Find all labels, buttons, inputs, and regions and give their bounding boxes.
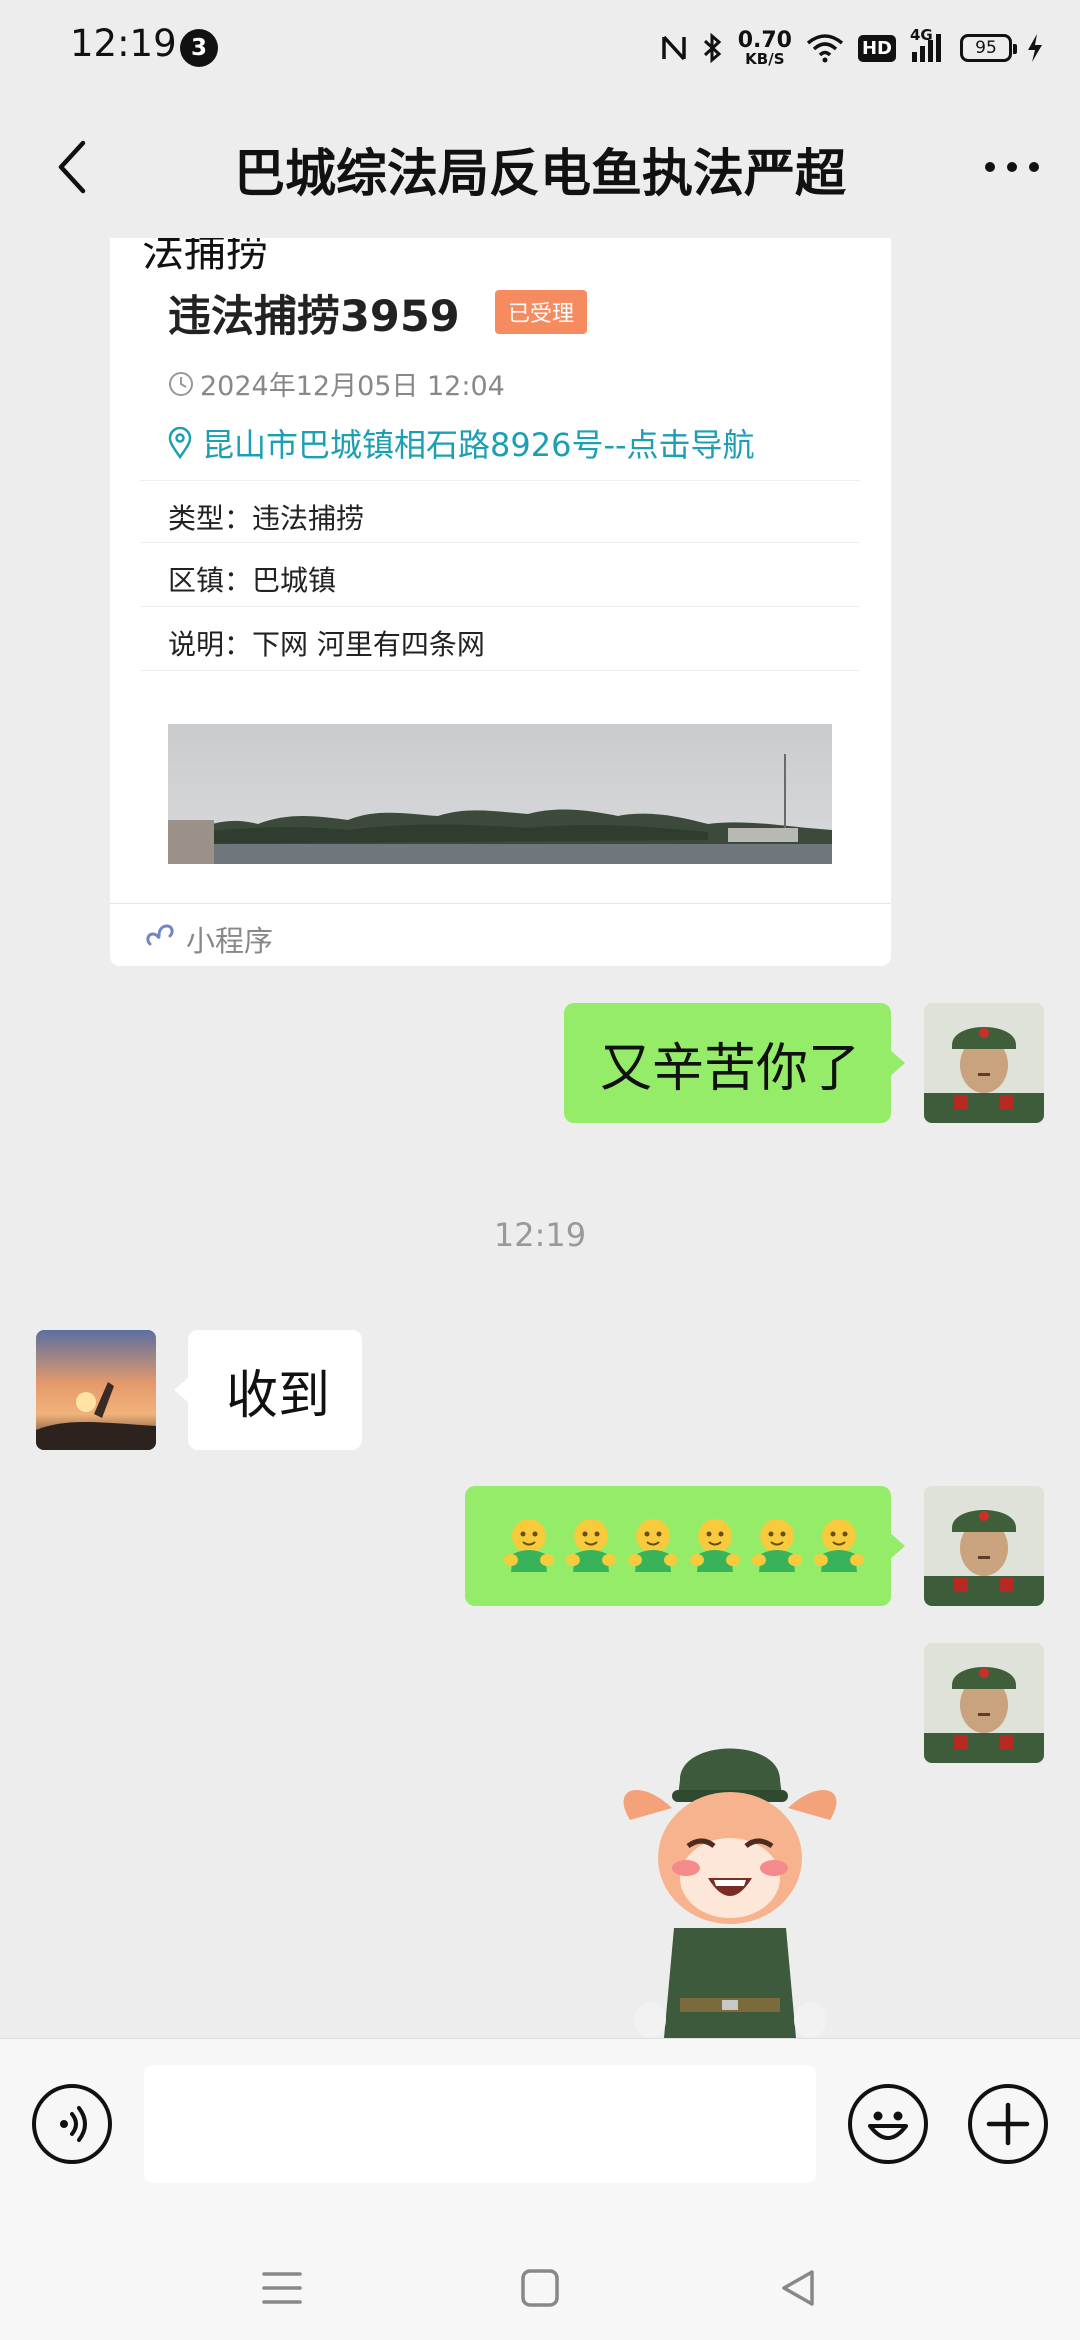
bluetooth-icon [702,32,724,64]
note-row-text: 说明：下网 河里有四条网 [168,628,485,661]
status-bar: 12:19 3 0.70 KB/S HD 4G 95 [0,0,1080,96]
bubble-tail [889,1532,905,1560]
status-badge: 已受理 [495,290,588,334]
status-icons: 0.70 KB/S HD 4G 95 [646,24,1044,72]
chat-header: 巴城综法局反电鱼执法严超 [0,96,1080,238]
network-speed-unit: KB/S [745,49,785,68]
record-time-text: 2024年12月05日 12:04 [200,371,505,402]
avatar-self[interactable] [924,1643,1044,1763]
avatar-other[interactable] [36,1330,156,1450]
voice-icon [60,2106,87,2142]
more-button[interactable] [972,132,1052,202]
smiley-icon [868,2111,908,2140]
recents-button[interactable] [247,2258,317,2318]
navigation-address-link[interactable]: 昆山市巴城镇相石路8926号--点击导航 [168,420,755,466]
message-text: 又辛苦你了 [600,1038,861,1099]
network-speed: 0.70 KB/S [737,27,792,68]
chat-message-list[interactable]: 法捕捞 违法捕捞3959 已受理 2024年12月05日 12:04 昆山市巴城… [0,238,1080,2038]
message-input[interactable] [144,2065,816,2183]
nfc-icon [660,33,688,63]
card-partial-title: 法捕捞 [142,238,269,276]
bubble-tail [174,1376,190,1404]
system-navigation-bar [0,2238,1080,2340]
bubble-tail [889,1049,905,1077]
system-back-button[interactable] [763,2258,833,2318]
message-bubble-other[interactable]: 收到 [174,1330,362,1450]
hug-emoji [566,1519,616,1572]
home-square-icon [521,2269,559,2307]
mini-program-label: 小程序 [186,924,274,958]
hug-emoji [752,1519,802,1572]
home-button[interactable] [505,2258,575,2318]
menu-icon [262,2272,302,2304]
notification-count-badge: 3 [180,29,218,67]
hug-emoji [814,1519,864,1572]
mini-program-footer: 小程序 [110,903,891,966]
message-text: 收到 [226,1365,331,1426]
battery-icon: 95 [960,34,1017,62]
voice-input-button[interactable] [32,2084,112,2164]
message-bubble-self[interactable]: 又辛苦你了 [564,1003,905,1123]
wifi-icon [806,33,844,63]
back-triangle-icon [782,2270,814,2306]
location-pin-icon [168,427,192,459]
avatar-self[interactable] [924,1486,1044,1606]
network-speed-value: 0.70 [737,27,792,53]
hug-emoji [690,1519,740,1572]
back-button[interactable] [38,132,108,202]
cartoon-deer-soldier-sticker[interactable] [610,1728,850,2038]
message-bubble-self-emoji[interactable] [465,1486,905,1606]
network-type-label: 4G [910,26,933,44]
cellular-signal-icon: 4G [910,26,946,64]
message-time-divider: 12:19 [493,1216,587,1254]
note-row: 说明：下网 河里有四条网 [140,606,860,671]
chat-input-bar [0,2038,1080,2239]
address-text: 昆山市巴城镇相石路8926号--点击导航 [202,426,755,464]
record-time: 2024年12月05日 12:04 [168,364,505,403]
emoji-row [465,1516,865,1576]
district-row: 区镇：巴城镇 [140,542,860,607]
hd-badge: HD [857,34,896,62]
more-functions-button[interactable] [968,2084,1048,2164]
emoji-button[interactable] [848,2084,928,2164]
mini-program-card[interactable]: 法捕捞 违法捕捞3959 已受理 2024年12月05日 12:04 昆山市巴城… [110,238,891,966]
status-time: 12:19 [70,22,177,65]
river-photo[interactable] [168,724,832,864]
plus-icon [986,2102,1030,2146]
hug-emoji [504,1519,554,1572]
record-title: 违法捕捞3959 [168,292,460,342]
chat-title: 巴城综法局反电鱼执法严超 [233,145,846,204]
avatar-self[interactable] [924,1003,1044,1123]
charging-icon [1026,33,1044,63]
hug-emoji [628,1519,678,1572]
mini-program-icon [146,924,174,946]
clock-icon [169,371,193,396]
type-row: 类型：违法捕捞 [140,480,860,543]
chevron-left-icon [58,140,86,194]
district-row-text: 区镇：巴城镇 [168,564,337,597]
divider [140,670,860,672]
more-dots-icon [985,162,1039,172]
type-row-text: 类型：违法捕捞 [168,502,365,535]
battery-level: 95 [975,38,997,58]
